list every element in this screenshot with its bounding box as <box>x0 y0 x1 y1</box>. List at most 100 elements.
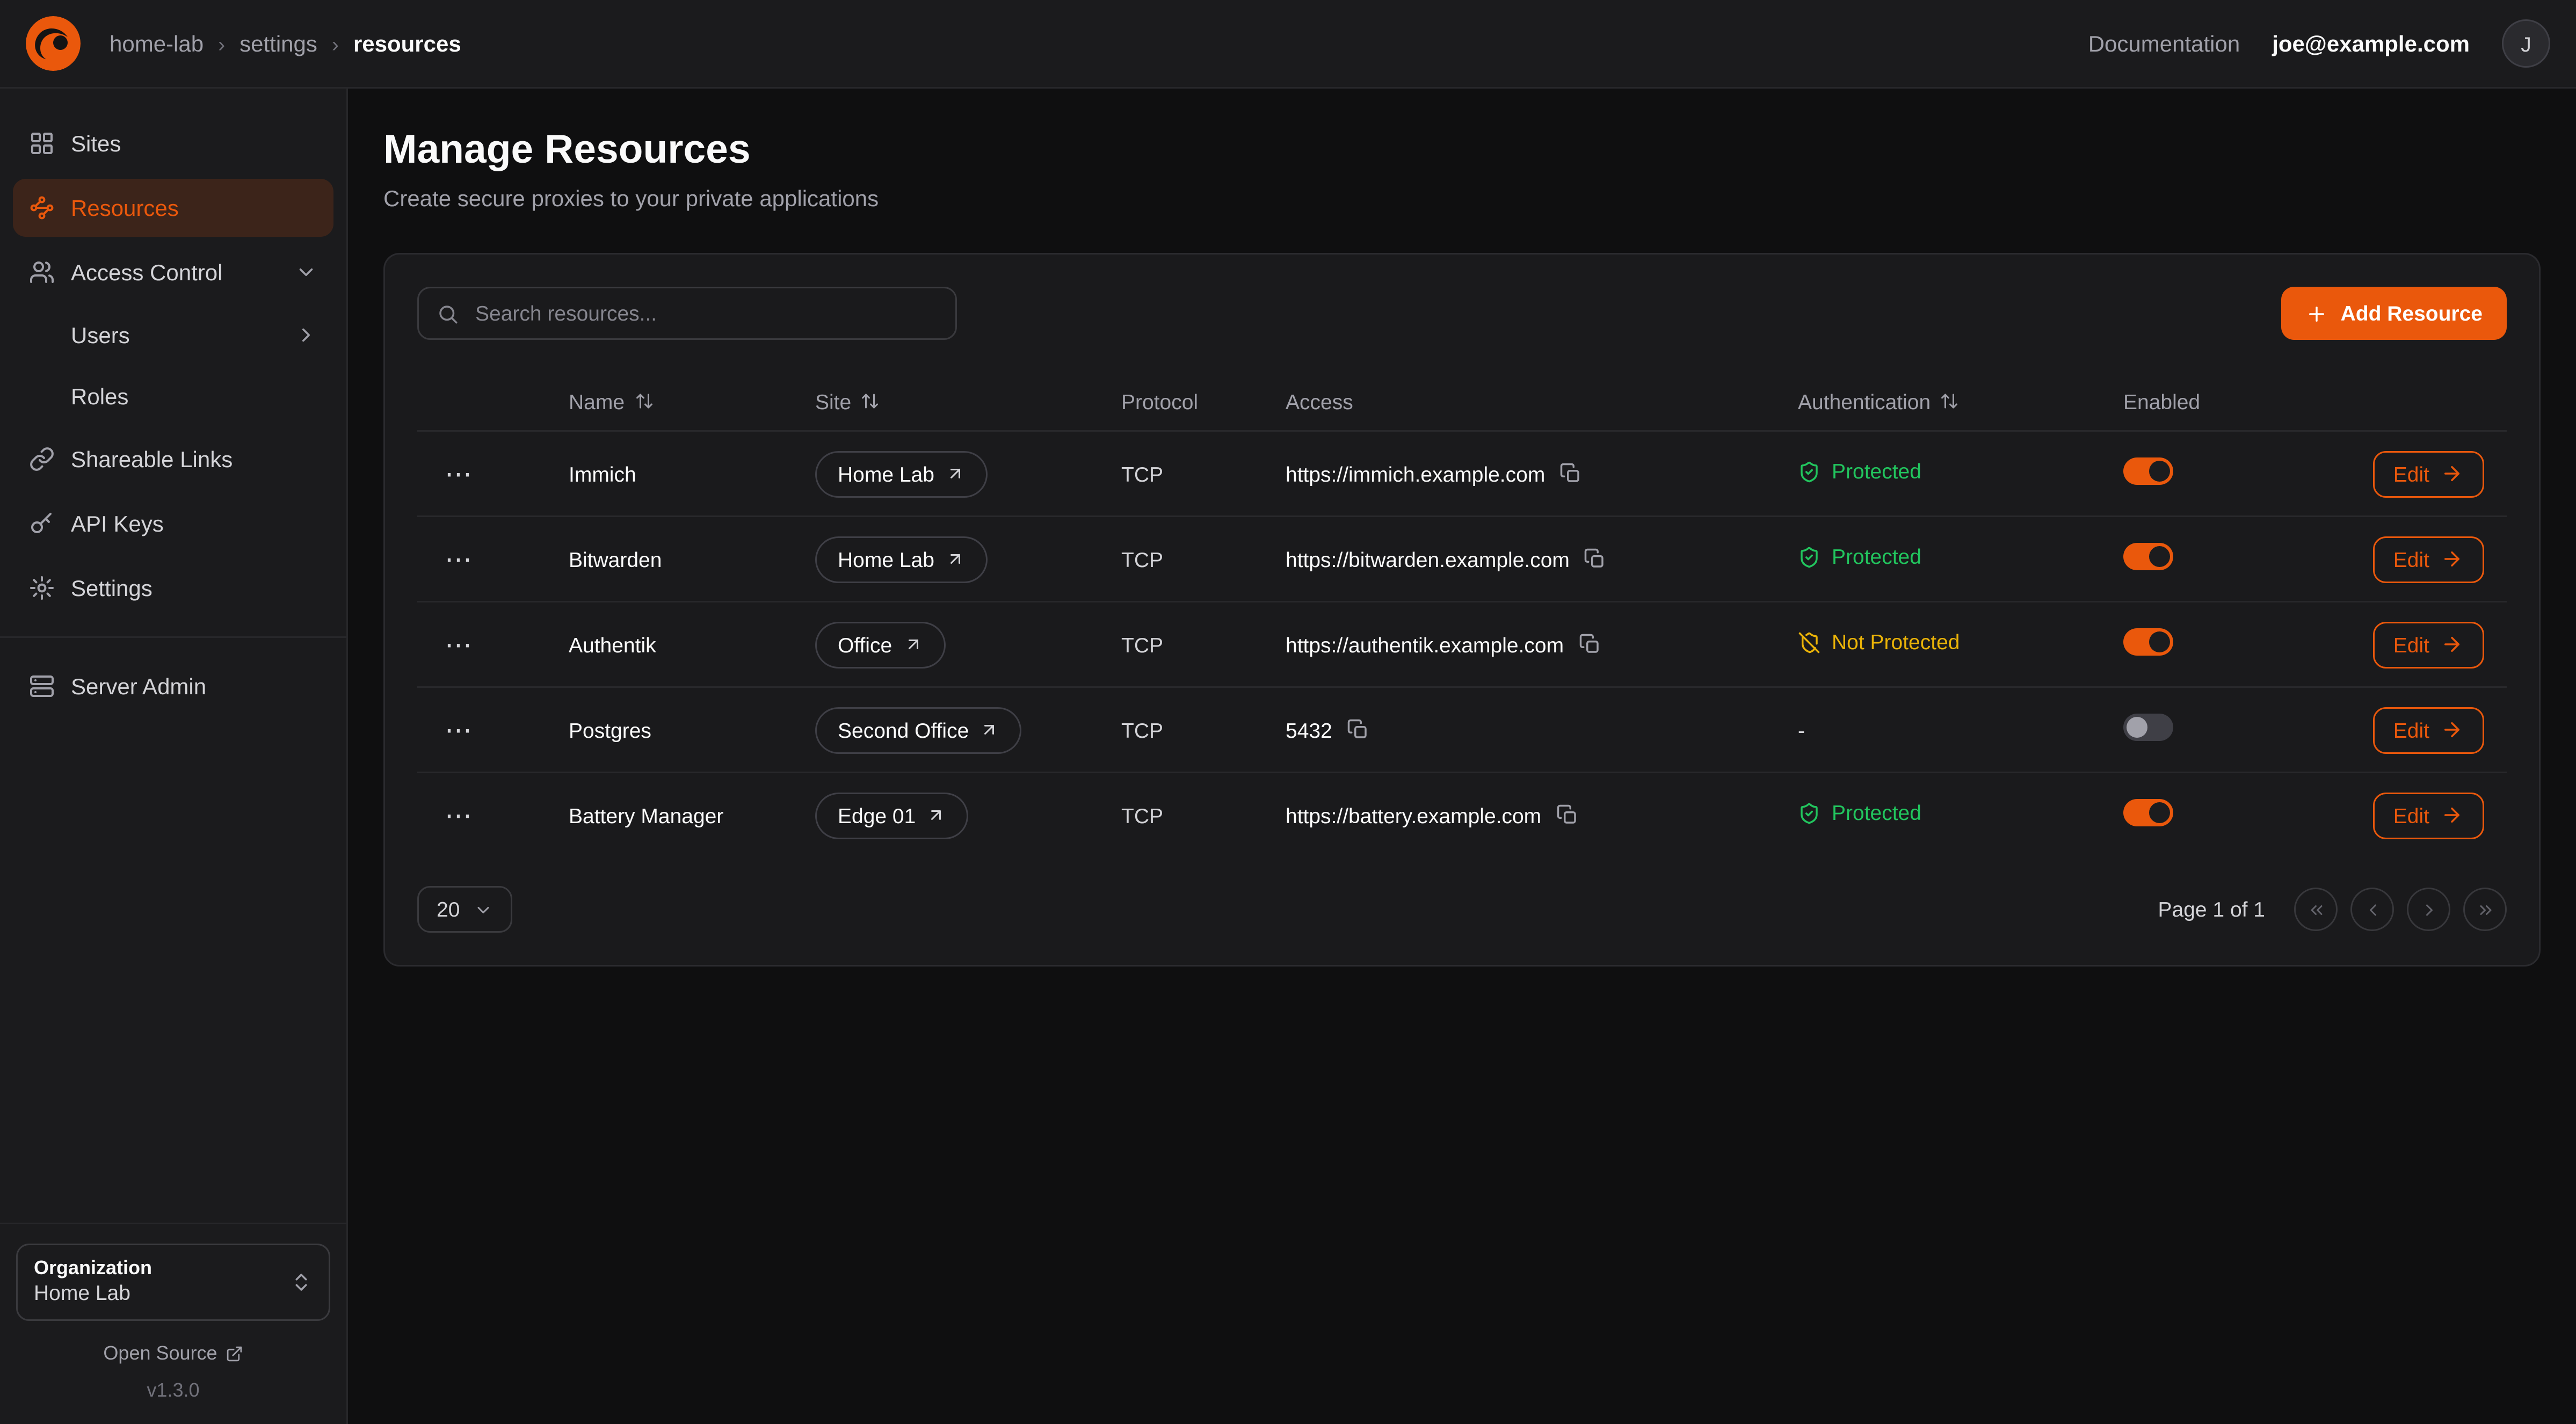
enabled-toggle[interactable] <box>2123 543 2173 570</box>
sidebar-item-resources[interactable]: Resources <box>13 179 333 237</box>
last-page-button[interactable] <box>2463 888 2507 931</box>
sidebar-item-access-control[interactable]: Access Control <box>13 243 333 301</box>
header-name[interactable]: Name <box>569 389 815 413</box>
open-source-link[interactable]: Open Source <box>103 1342 243 1364</box>
auth-label: Protected <box>1832 545 1921 569</box>
first-page-button[interactable] <box>2294 888 2338 931</box>
edit-label: Edit <box>2393 633 2429 657</box>
header-authentication[interactable]: Authentication <box>1798 389 2123 413</box>
row-actions-button[interactable]: ⋯ <box>445 716 474 744</box>
header-access: Access <box>1286 389 1798 413</box>
sort-icon <box>861 391 880 411</box>
protocol-value: TCP <box>1121 803 1163 827</box>
resource-name: Bitwarden <box>569 547 662 571</box>
page-size-select[interactable]: 20 <box>417 886 513 933</box>
enabled-toggle[interactable] <box>2123 714 2173 741</box>
org-selector[interactable]: Organization Home Lab <box>16 1243 330 1321</box>
sidebar-label: Users <box>71 322 130 348</box>
table-row: ⋯ Battery Manager Edge 01 TCP https://ba… <box>417 772 2507 857</box>
shield-check-icon <box>1798 802 1820 824</box>
sidebar-item-users[interactable]: Users <box>13 308 333 362</box>
edit-label: Edit <box>2393 547 2429 571</box>
copy-icon[interactable] <box>1347 718 1369 741</box>
external-link-icon <box>980 720 999 739</box>
breadcrumb-settings[interactable]: settings <box>240 31 317 56</box>
site-link-button[interactable]: Edge 01 <box>815 792 969 839</box>
copy-icon[interactable] <box>1559 462 1582 485</box>
copy-icon[interactable] <box>1578 633 1601 656</box>
sidebar-item-server-admin[interactable]: Server Admin <box>13 657 333 715</box>
breadcrumb-org[interactable]: home-lab <box>110 31 204 56</box>
chevron-down-icon <box>474 900 494 919</box>
external-link-icon <box>946 549 965 569</box>
access-value: 5432 <box>1286 718 1332 742</box>
table-header: Name Site Protocol Access Authentication <box>417 372 2507 430</box>
topbar: home-lab › settings › resources Document… <box>0 0 2576 89</box>
sidebar-item-settings[interactable]: Settings <box>13 559 333 617</box>
search-box <box>417 287 957 340</box>
resource-name: Battery Manager <box>569 803 723 827</box>
app-logo[interactable] <box>26 16 81 71</box>
server-icon <box>29 673 55 699</box>
row-actions-button[interactable]: ⋯ <box>445 631 474 658</box>
edit-button[interactable]: Edit <box>2372 451 2484 497</box>
table-row: ⋯ Authentik Office TCP https://authentik… <box>417 601 2507 686</box>
sidebar-label: Roles <box>71 383 128 409</box>
plus-icon <box>2305 302 2328 325</box>
header-site[interactable]: Site <box>815 389 1121 413</box>
chevron-right-icon <box>295 324 317 346</box>
add-resource-button[interactable]: Add Resource <box>2281 287 2507 340</box>
edit-button[interactable]: Edit <box>2372 536 2484 583</box>
row-actions-button[interactable]: ⋯ <box>445 460 474 488</box>
table-body: ⋯ Immich Home Lab TCP https://immich.exa… <box>417 430 2507 857</box>
waypoints-icon <box>29 195 55 221</box>
site-name: Home Lab <box>838 547 934 571</box>
site-link-button[interactable]: Office <box>815 621 945 668</box>
toggle-knob <box>2127 717 2147 738</box>
resource-name: Postgres <box>569 718 651 742</box>
auth-label: Protected <box>1832 801 1921 825</box>
sidebar-item-api-keys[interactable]: API Keys <box>13 495 333 553</box>
external-link-icon <box>927 805 946 825</box>
sidebar-label: Resources <box>71 195 179 221</box>
access-value: https://battery.example.com <box>1286 803 1541 827</box>
external-link-icon <box>226 1345 243 1362</box>
access-value: https://immich.example.com <box>1286 462 1545 486</box>
edit-button[interactable]: Edit <box>2372 621 2484 668</box>
topbar-right: Documentation joe@example.com J <box>2088 19 2550 68</box>
auth-status: Not Protected <box>1798 630 1960 655</box>
sidebar-label: Server Admin <box>71 673 206 699</box>
user-avatar[interactable]: J <box>2502 19 2550 68</box>
site-link-button[interactable]: Second Office <box>815 707 1022 753</box>
edit-button[interactable]: Edit <box>2372 707 2484 753</box>
search-input[interactable] <box>472 300 938 327</box>
edit-button[interactable]: Edit <box>2372 792 2484 839</box>
row-actions-button[interactable]: ⋯ <box>445 546 474 573</box>
sidebar-item-roles[interactable]: Roles <box>13 369 333 424</box>
shield-check-icon <box>1798 546 1820 568</box>
protocol-value: TCP <box>1121 462 1163 486</box>
row-actions-button[interactable]: ⋯ <box>445 802 474 829</box>
documentation-link[interactable]: Documentation <box>2088 31 2240 56</box>
copy-icon[interactable] <box>1584 548 1607 570</box>
avatar-initial: J <box>2521 32 2531 56</box>
grid-icon <box>29 130 55 156</box>
site-link-button[interactable]: Home Lab <box>815 536 988 583</box>
page-info: Page 1 of 1 <box>2158 897 2266 921</box>
enabled-toggle[interactable] <box>2123 799 2173 826</box>
copy-icon[interactable] <box>1556 804 1578 826</box>
auth-status: Protected <box>1798 801 1921 825</box>
sidebar-item-shareable-links[interactable]: Shareable Links <box>13 430 333 488</box>
auth-label: Protected <box>1832 460 1921 484</box>
next-page-button[interactable] <box>2407 888 2450 931</box>
sidebar-item-sites[interactable]: Sites <box>13 114 333 172</box>
resources-table: Name Site Protocol Access Authentication <box>417 372 2507 857</box>
shield-off-icon <box>1798 631 1820 653</box>
enabled-toggle[interactable] <box>2123 457 2173 485</box>
site-link-button[interactable]: Home Lab <box>815 451 988 497</box>
add-resource-label: Add Resource <box>2341 301 2483 325</box>
prev-page-button[interactable] <box>2350 888 2394 931</box>
toggle-knob <box>2149 631 2170 652</box>
enabled-toggle[interactable] <box>2123 628 2173 656</box>
external-link-icon <box>946 464 965 483</box>
